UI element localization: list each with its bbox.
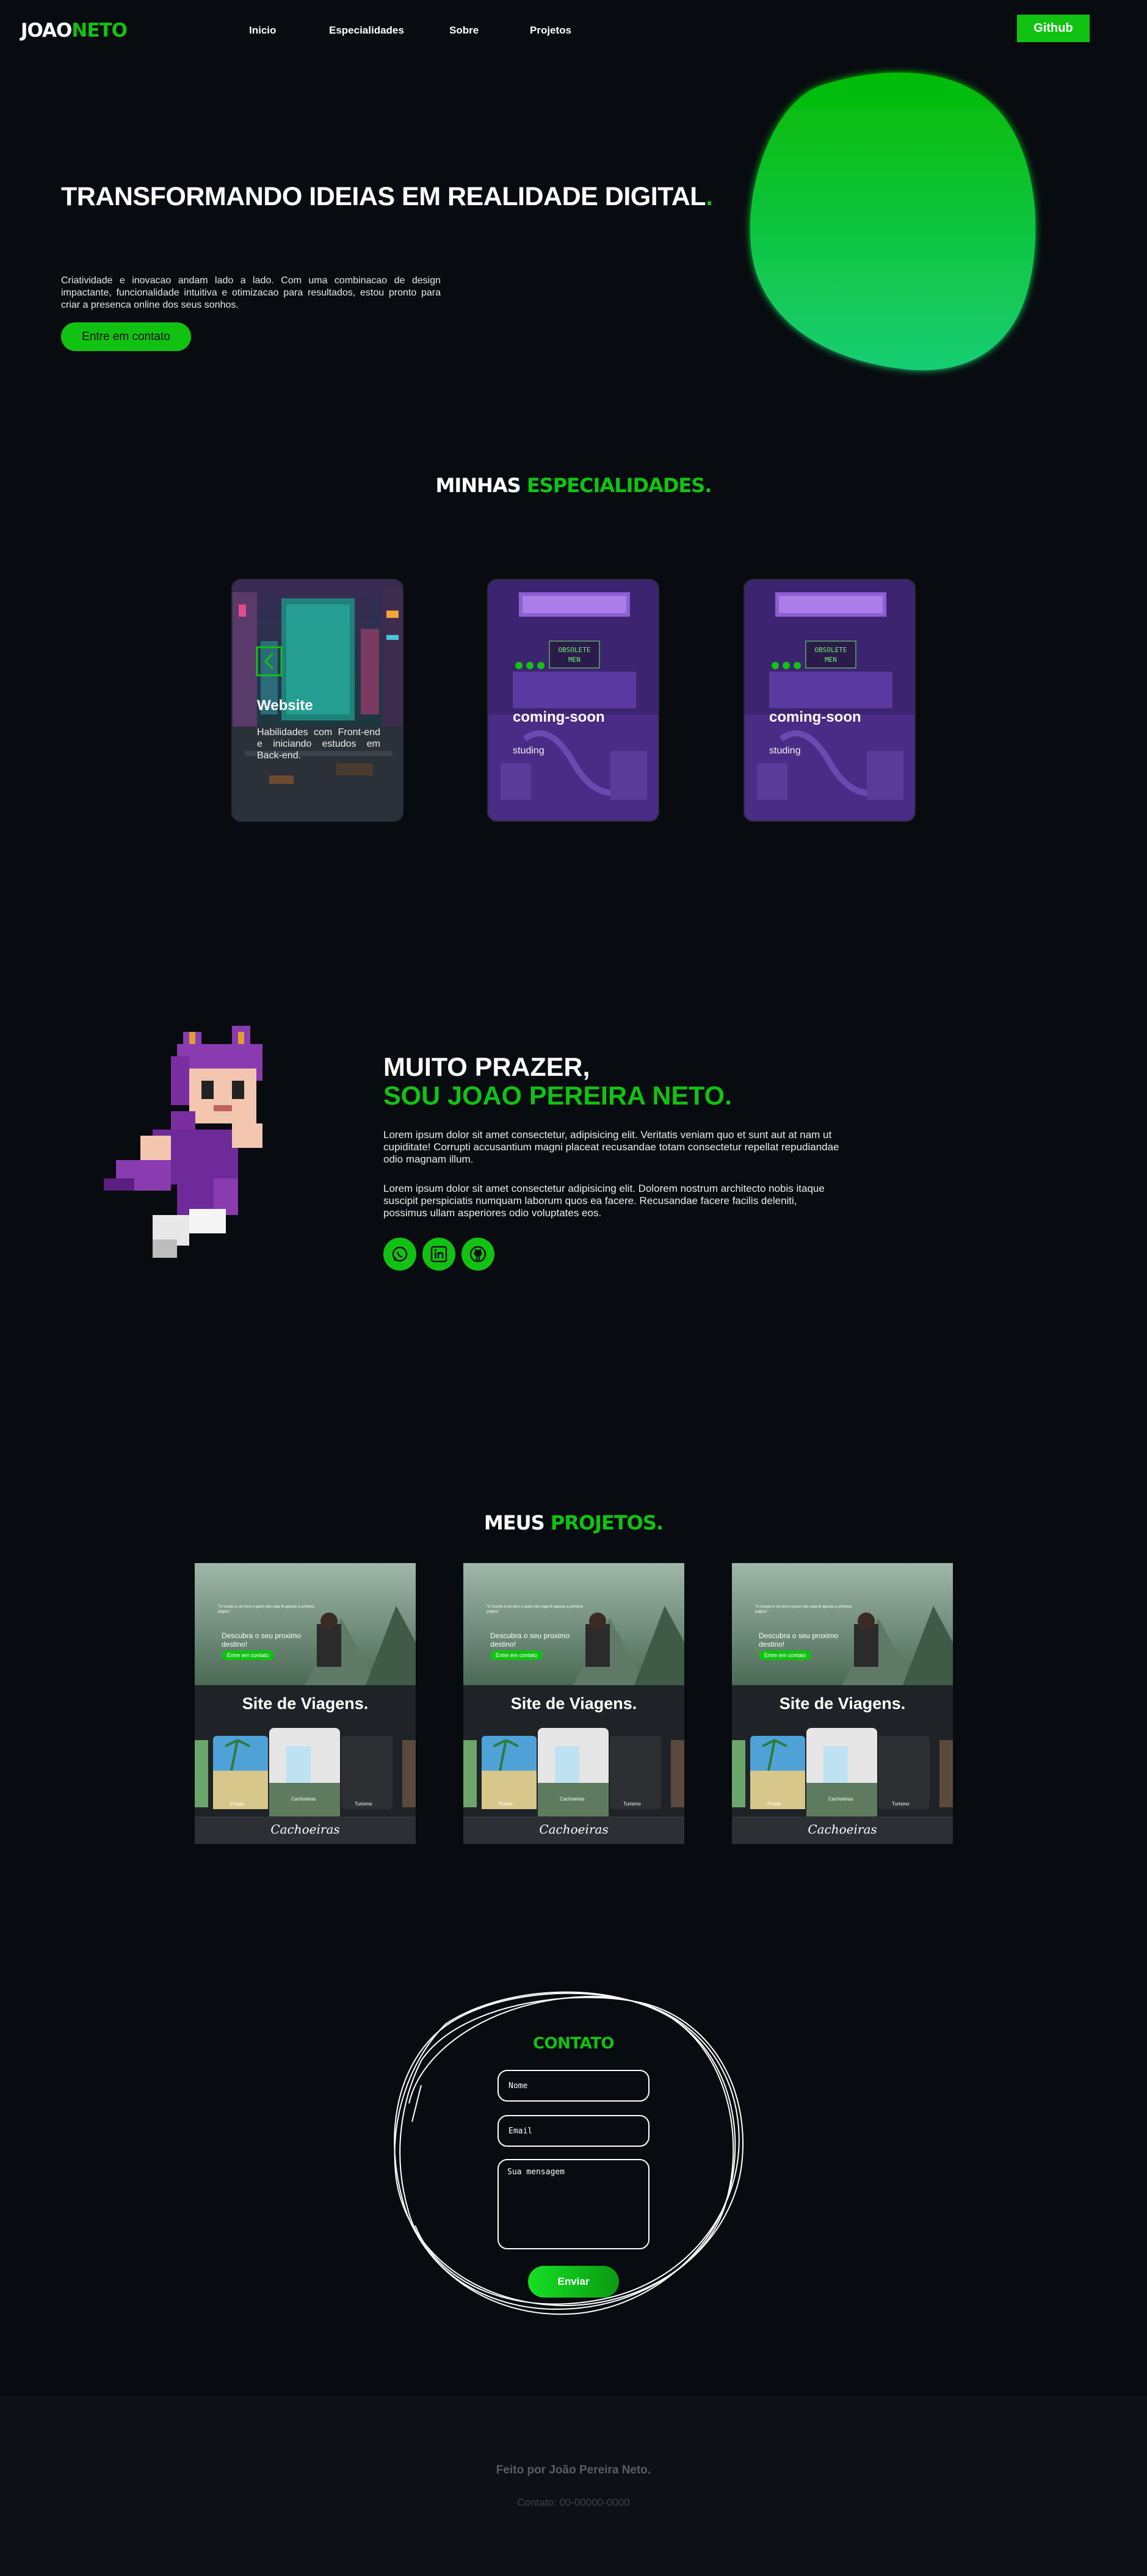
site-logo[interactable]: JOAONETO <box>21 20 128 42</box>
footer-contact: Contato: 00-00000-0000 <box>517 2497 630 2508</box>
tile-label-cachoeiras: Cachoeiras <box>560 1796 585 1802</box>
nav-link-especialidades[interactable]: Especialidades <box>329 24 404 37</box>
logo-text-white: JOAO <box>21 20 72 42</box>
project-card-2[interactable]: "O mundo é um livro e quem não viaja lê … <box>463 1563 684 1844</box>
preview-quote: "O mundo é um livro e quem não viaja lê … <box>218 1605 314 1614</box>
whatsapp-link[interactable] <box>383 1238 416 1271</box>
sign-line-2: MEN <box>825 656 837 664</box>
specialties-title-green: ESPECIALIDADES. <box>526 474 712 497</box>
specialty-card-coming-soon-2[interactable]: OBSOLETE MEN coming-soon studing <box>744 579 916 822</box>
project-script-label: Cachoeiras <box>808 1822 877 1837</box>
footer <box>0 2396 1147 2576</box>
specialties-title-white: MINHAS <box>435 474 527 497</box>
nav-link-sobre[interactable]: Sobre <box>449 24 479 37</box>
tile-label-turismo: Turismo <box>623 1801 641 1807</box>
sign-line-1: OBSOLETE <box>559 646 591 654</box>
preview-quote: "O mundo é um livro e quem não viaja lê … <box>487 1605 583 1614</box>
project-title: Site de Viagens. <box>779 1694 906 1713</box>
github-link[interactable] <box>461 1238 494 1271</box>
specialty-card-website[interactable]: Website Habilidades com Front-end e inic… <box>231 579 403 822</box>
about-paragraph-1: Lorem ipsum dolor sit amet consectetur, … <box>383 1129 839 1165</box>
preview-text: Descubra o seu proximo destino! <box>759 1631 839 1649</box>
arcade-room-image: OBSOLETE MEN <box>488 580 658 821</box>
contact-title: CONTATO <box>532 2034 615 2053</box>
whatsapp-icon <box>392 1246 408 1262</box>
tile-label-turismo: Turismo <box>892 1801 910 1807</box>
pixel-character-image <box>104 1026 262 1258</box>
preview-text: Descubra o seu proximo destino! <box>222 1631 302 1649</box>
sign-line-2: MEN <box>568 656 581 664</box>
main-nav: Inicio Especialidades Sobre Projetos <box>249 24 571 37</box>
email-input[interactable] <box>498 2115 649 2147</box>
tile-label-praias: Praias <box>499 1801 513 1807</box>
linkedin-link[interactable] <box>422 1238 455 1271</box>
projects-title-white: MEUS <box>483 1511 551 1534</box>
nav-link-projetos[interactable]: Projetos <box>530 24 571 37</box>
contact-cta-button[interactable]: Entre em contato <box>61 322 191 351</box>
footer-credit: Feito por João Pereira Neto. <box>496 2464 651 2476</box>
preview-cta-button: Entre em contato <box>759 1650 811 1660</box>
projects-title-green: PROJETOS. <box>550 1511 664 1534</box>
project-title: Site de Viagens. <box>242 1694 369 1713</box>
preview-cta-button: Entre em contato <box>490 1650 543 1660</box>
tile-label-praias: Praias <box>230 1801 244 1807</box>
preview-text: Descubra o seu proximo destino! <box>490 1631 570 1649</box>
hero-title: TRANSFORMANDO IDEIAS EM REALIDADE DIGITA… <box>61 182 713 212</box>
hero-blob-image <box>750 72 1036 371</box>
github-icon <box>469 1246 487 1263</box>
about-paragraph-2: Lorem ipsum dolor sit amet consectetur a… <box>383 1183 825 1219</box>
project-card-1[interactable]: "O mundo é um livro e quem não viaja lê … <box>195 1563 416 1844</box>
nav-link-inicio[interactable]: Inicio <box>249 24 276 37</box>
project-title: Site de Viagens. <box>510 1694 637 1713</box>
specialties-title: MINHAS ESPECIALIDADES. <box>0 474 1147 497</box>
hero-title-text: TRANSFORMANDO IDEIAS EM REALIDADE DIGITA… <box>61 182 706 211</box>
github-button[interactable]: Github <box>1017 15 1090 42</box>
send-button[interactable]: Enviar <box>528 2266 619 2298</box>
specialty-card-title: coming-soon <box>769 709 861 725</box>
tile-label-praias: Praias <box>767 1801 781 1807</box>
sign-line-1: OBSOLETE <box>815 646 847 654</box>
preview-cta-button: Entre em contato <box>222 1650 274 1660</box>
tile-label-cachoeiras: Cachoeiras <box>828 1796 853 1802</box>
about-title-line-1: MUITO PRAZER, <box>383 1053 590 1082</box>
specialty-card-coming-soon-1[interactable]: OBSOLETE MEN coming-soon studing <box>487 579 659 822</box>
specialty-card-subtitle: Habilidades com Front-end e iniciando es… <box>257 727 380 761</box>
projects-title: MEUS PROJETOS. <box>0 1511 1147 1534</box>
specialty-card-subtitle: studing <box>769 746 801 756</box>
specialty-card-title: coming-soon <box>513 709 605 725</box>
specialty-card-subtitle: studing <box>513 746 545 756</box>
preview-quote: "O mundo é um livro e quem não viaja lê … <box>755 1605 852 1614</box>
arcade-room-image: OBSOLETE MEN <box>745 580 914 821</box>
about-title-line-2: SOU JOAO PEREIRA NETO. <box>383 1081 733 1111</box>
hero-description: Criatividade e inovacao andam lado a lad… <box>61 275 441 310</box>
tile-label-cachoeiras: Cachoeiras <box>291 1796 316 1802</box>
message-textarea[interactable] <box>498 2159 649 2249</box>
linkedin-icon <box>430 1246 447 1263</box>
name-input[interactable] <box>498 2070 649 2102</box>
logo-text-green: NETO <box>71 20 128 42</box>
specialty-card-title: Website <box>257 697 313 714</box>
tile-label-turismo: Turismo <box>355 1801 372 1807</box>
project-script-label: Cachoeiras <box>539 1822 609 1837</box>
hero-title-dot: . <box>706 182 713 211</box>
project-script-label: Cachoeiras <box>270 1822 340 1837</box>
project-card-3[interactable]: "O mundo é um livro e quem não viaja lê … <box>732 1563 953 1844</box>
